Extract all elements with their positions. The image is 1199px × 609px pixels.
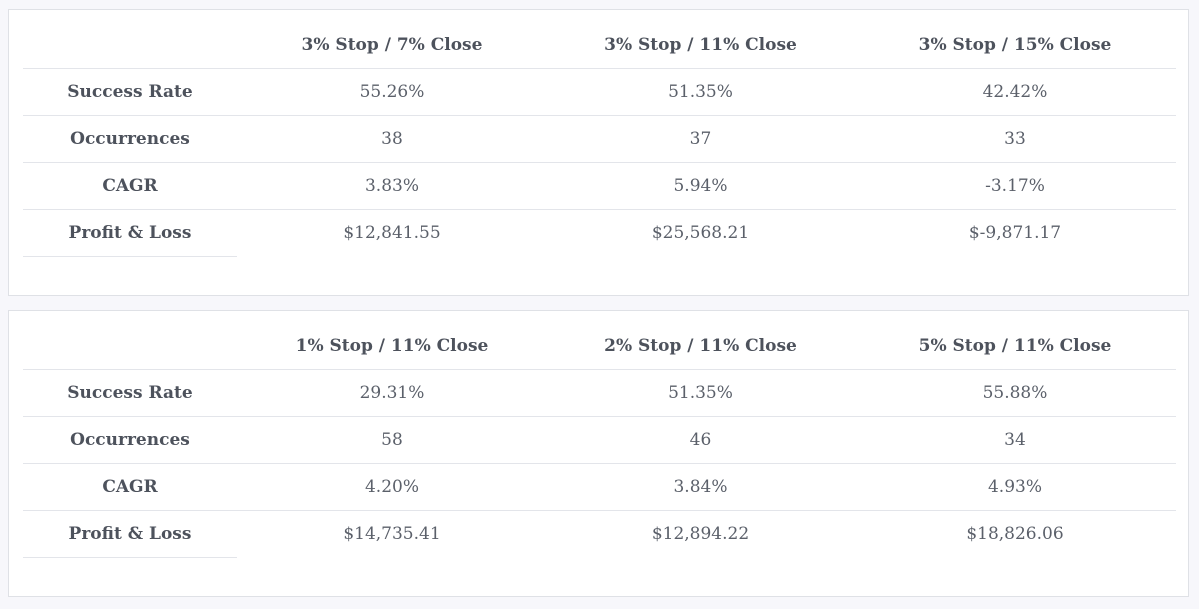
column-header: 5% Stop / 11% Close [854, 323, 1176, 370]
row-label: Profit & Loss [23, 510, 237, 558]
table-cell: $25,568.21 [651, 223, 750, 244]
table-row: CAGR 3.83% 5.94% -3.17% [23, 162, 1176, 210]
table-cell: $12,894.22 [651, 524, 750, 545]
table-row: Success Rate 55.26% 51.35% 42.42% [23, 68, 1176, 116]
row-label: Occurrences [23, 416, 237, 464]
results-table-2: 1% Stop / 11% Close 2% Stop / 11% Close … [23, 323, 1176, 558]
table-cell: 38 [237, 115, 547, 163]
results-table-1: 3% Stop / 7% Close 3% Stop / 11% Close 3… [23, 22, 1176, 257]
table-cell: 3.83% [237, 162, 547, 210]
table-cell: 5.94% [547, 162, 854, 210]
table-cell: -3.17% [854, 162, 1176, 210]
column-header: 2% Stop / 11% Close [547, 323, 854, 370]
column-header-empty [23, 22, 237, 69]
column-header-empty [23, 323, 237, 370]
results-table-card-1: 3% Stop / 7% Close 3% Stop / 11% Close 3… [8, 9, 1189, 296]
table-row: CAGR 4.20% 3.84% 4.93% [23, 463, 1176, 511]
table-cell: 51.35% [547, 68, 854, 116]
table-header-row: 3% Stop / 7% Close 3% Stop / 11% Close 3… [23, 22, 1176, 69]
row-label: CAGR [23, 463, 237, 511]
column-header: 1% Stop / 11% Close [237, 323, 547, 370]
row-label: Success Rate [23, 369, 237, 417]
table-cell: 33 [854, 115, 1176, 163]
table-cell: 3.84% [547, 463, 854, 511]
table-row: Occurrences 38 37 33 [23, 115, 1176, 163]
table-cell: 58 [237, 416, 547, 464]
column-header: 3% Stop / 7% Close [237, 22, 547, 69]
table-cell: $-9,871.17 [968, 223, 1062, 244]
row-label: Occurrences [23, 115, 237, 163]
table-row: Profit & Loss $12,841.55 $25,568.21 $-9,… [23, 209, 1176, 257]
table-cell: 37 [547, 115, 854, 163]
results-table-card-2: 1% Stop / 11% Close 2% Stop / 11% Close … [8, 310, 1189, 597]
row-label: Profit & Loss [23, 209, 237, 257]
table-cell: 34 [854, 416, 1176, 464]
row-label: Success Rate [23, 68, 237, 116]
table-cell: 55.88% [854, 369, 1176, 417]
table-cell: $18,826.06 [966, 524, 1064, 545]
table-cell: $12,841.55 [343, 223, 441, 244]
table-row: Occurrences 58 46 34 [23, 416, 1176, 464]
table-header-row: 1% Stop / 11% Close 2% Stop / 11% Close … [23, 323, 1176, 370]
table-cell: 46 [547, 416, 854, 464]
table-cell: $14,735.41 [343, 524, 441, 545]
table-cell: 51.35% [547, 369, 854, 417]
table-row: Success Rate 29.31% 51.35% 55.88% [23, 369, 1176, 417]
table-cell: 42.42% [854, 68, 1176, 116]
table-cell: 4.93% [854, 463, 1176, 511]
table-cell: 4.20% [237, 463, 547, 511]
table-cell: 29.31% [237, 369, 547, 417]
column-header: 3% Stop / 11% Close [547, 22, 854, 69]
column-header: 3% Stop / 15% Close [854, 22, 1176, 69]
row-label: CAGR [23, 162, 237, 210]
table-row: Profit & Loss $14,735.41 $12,894.22 $18,… [23, 510, 1176, 558]
table-cell: 55.26% [237, 68, 547, 116]
